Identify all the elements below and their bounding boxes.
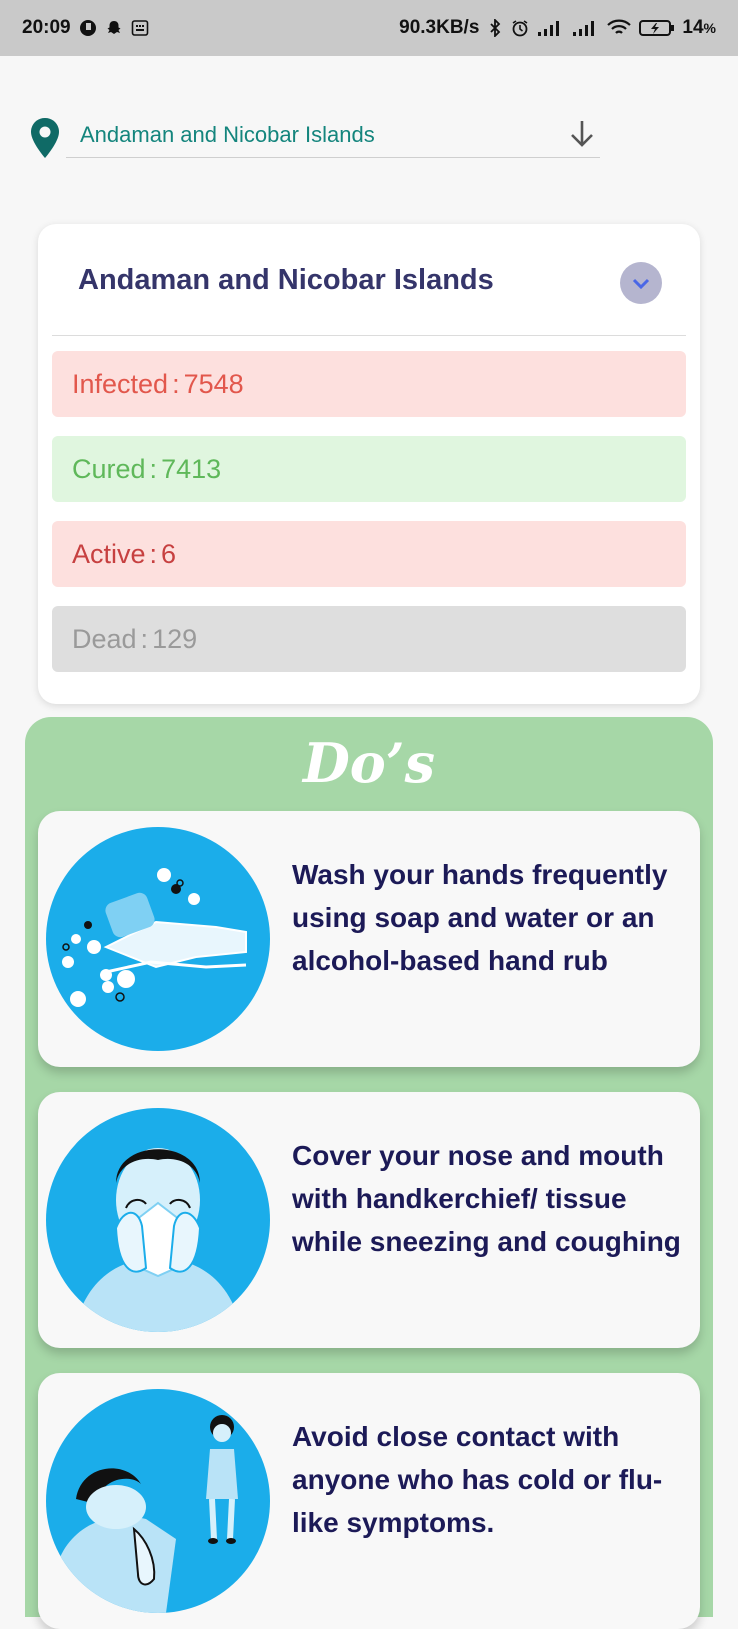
tip-card[interactable]: Avoid close contact with anyone who has … xyxy=(38,1373,700,1629)
tip-card[interactable]: Cover your nose and mouth with handkerch… xyxy=(38,1092,700,1348)
card-title: Andaman and Nicobar Islands xyxy=(78,264,494,296)
stat-value: 6 xyxy=(161,539,177,569)
snapchat-icon xyxy=(107,21,121,34)
sneeze-cover-icon xyxy=(46,1108,270,1332)
stat-dead: Dead:129 xyxy=(52,606,686,672)
network-speed: 90.3KB/s xyxy=(399,17,480,38)
arrow-down-icon[interactable] xyxy=(568,118,596,150)
selected-location: Andaman and Nicobar Islands xyxy=(80,122,375,147)
location-dropdown[interactable]: Andaman and Nicobar Islands xyxy=(66,110,600,158)
state-stats-card: Andaman and Nicobar Islands Infected:754… xyxy=(38,224,700,704)
stat-active: Active:6 xyxy=(52,521,686,587)
tip-text: Cover your nose and mouth with handkerch… xyxy=(292,1140,681,1257)
dos-panel: Do’s Wash your hands frequently using so… xyxy=(25,717,713,1629)
distance-sick-person-icon xyxy=(46,1389,270,1613)
divider xyxy=(52,335,686,336)
keyboard-notification-icon xyxy=(131,20,148,36)
collapse-toggle-button[interactable] xyxy=(620,262,662,304)
stat-value: 7413 xyxy=(161,454,222,484)
app-notification-icon xyxy=(79,20,96,36)
alarm-icon xyxy=(512,20,528,37)
battery-charging-icon xyxy=(639,20,675,36)
stat-cured: Cured:7413 xyxy=(52,436,686,502)
stat-label: Dead xyxy=(72,624,137,654)
battery-unit: % xyxy=(703,20,716,36)
dos-title: Do’s xyxy=(302,731,436,795)
location-pin-icon xyxy=(31,118,59,158)
location-selector[interactable]: Andaman and Nicobar Islands xyxy=(28,110,600,162)
stat-value: 129 xyxy=(152,624,198,654)
signal-icon xyxy=(538,21,560,36)
stat-label: Cured xyxy=(72,454,146,484)
clock: 20:09 xyxy=(22,17,71,38)
chevron-down-icon xyxy=(632,278,650,290)
stat-value: 7548 xyxy=(183,369,244,399)
tip-card[interactable]: Wash your hands frequently using soap an… xyxy=(38,811,700,1067)
handwashing-icon xyxy=(46,827,270,1051)
tip-text: Wash your hands frequently using soap an… xyxy=(292,859,668,976)
status-bar: 20:09 90.3KB/s 14% xyxy=(0,0,738,56)
battery-level: 14 xyxy=(682,17,704,38)
wifi-icon xyxy=(607,19,632,34)
stat-label: Infected xyxy=(72,369,169,399)
stat-infected: Infected:7548 xyxy=(52,351,686,417)
signal-icon-2 xyxy=(573,21,595,36)
tip-text: Avoid close contact with anyone who has … xyxy=(292,1421,663,1538)
stat-label: Active xyxy=(72,539,146,569)
bluetooth-icon xyxy=(490,19,501,37)
